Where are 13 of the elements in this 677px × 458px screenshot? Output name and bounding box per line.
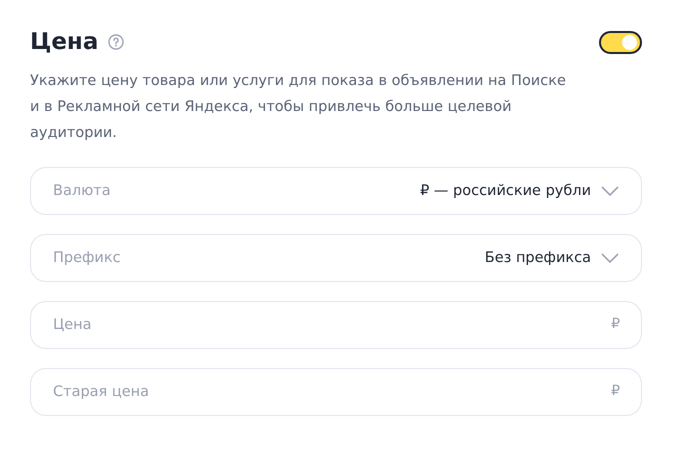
toggle-switch[interactable]	[599, 30, 642, 54]
select-field[interactable]: Валюта ₽ — российские рубли	[30, 167, 642, 215]
chevron-down-icon	[601, 253, 619, 263]
chevron-down-icon	[601, 186, 619, 196]
section-title: Цена	[30, 28, 98, 57]
selected-value: ₽ — российские рубли	[420, 183, 591, 199]
field-label: Префикс	[53, 250, 121, 266]
section-description: Укажите цену товара или услуги для показа в объявлении на Поиске и в Рекламной сети Яндекса, чтобы привлечь больше целевой аудитории.	[30, 72, 567, 143]
currency-suffix: ₽	[611, 316, 620, 332]
currency-suffix: ₽	[611, 383, 620, 399]
selected-value: Без префикса	[484, 250, 591, 266]
select-field[interactable]: Префикс Без префикса	[30, 234, 642, 282]
field-label: Валюта	[53, 183, 111, 199]
